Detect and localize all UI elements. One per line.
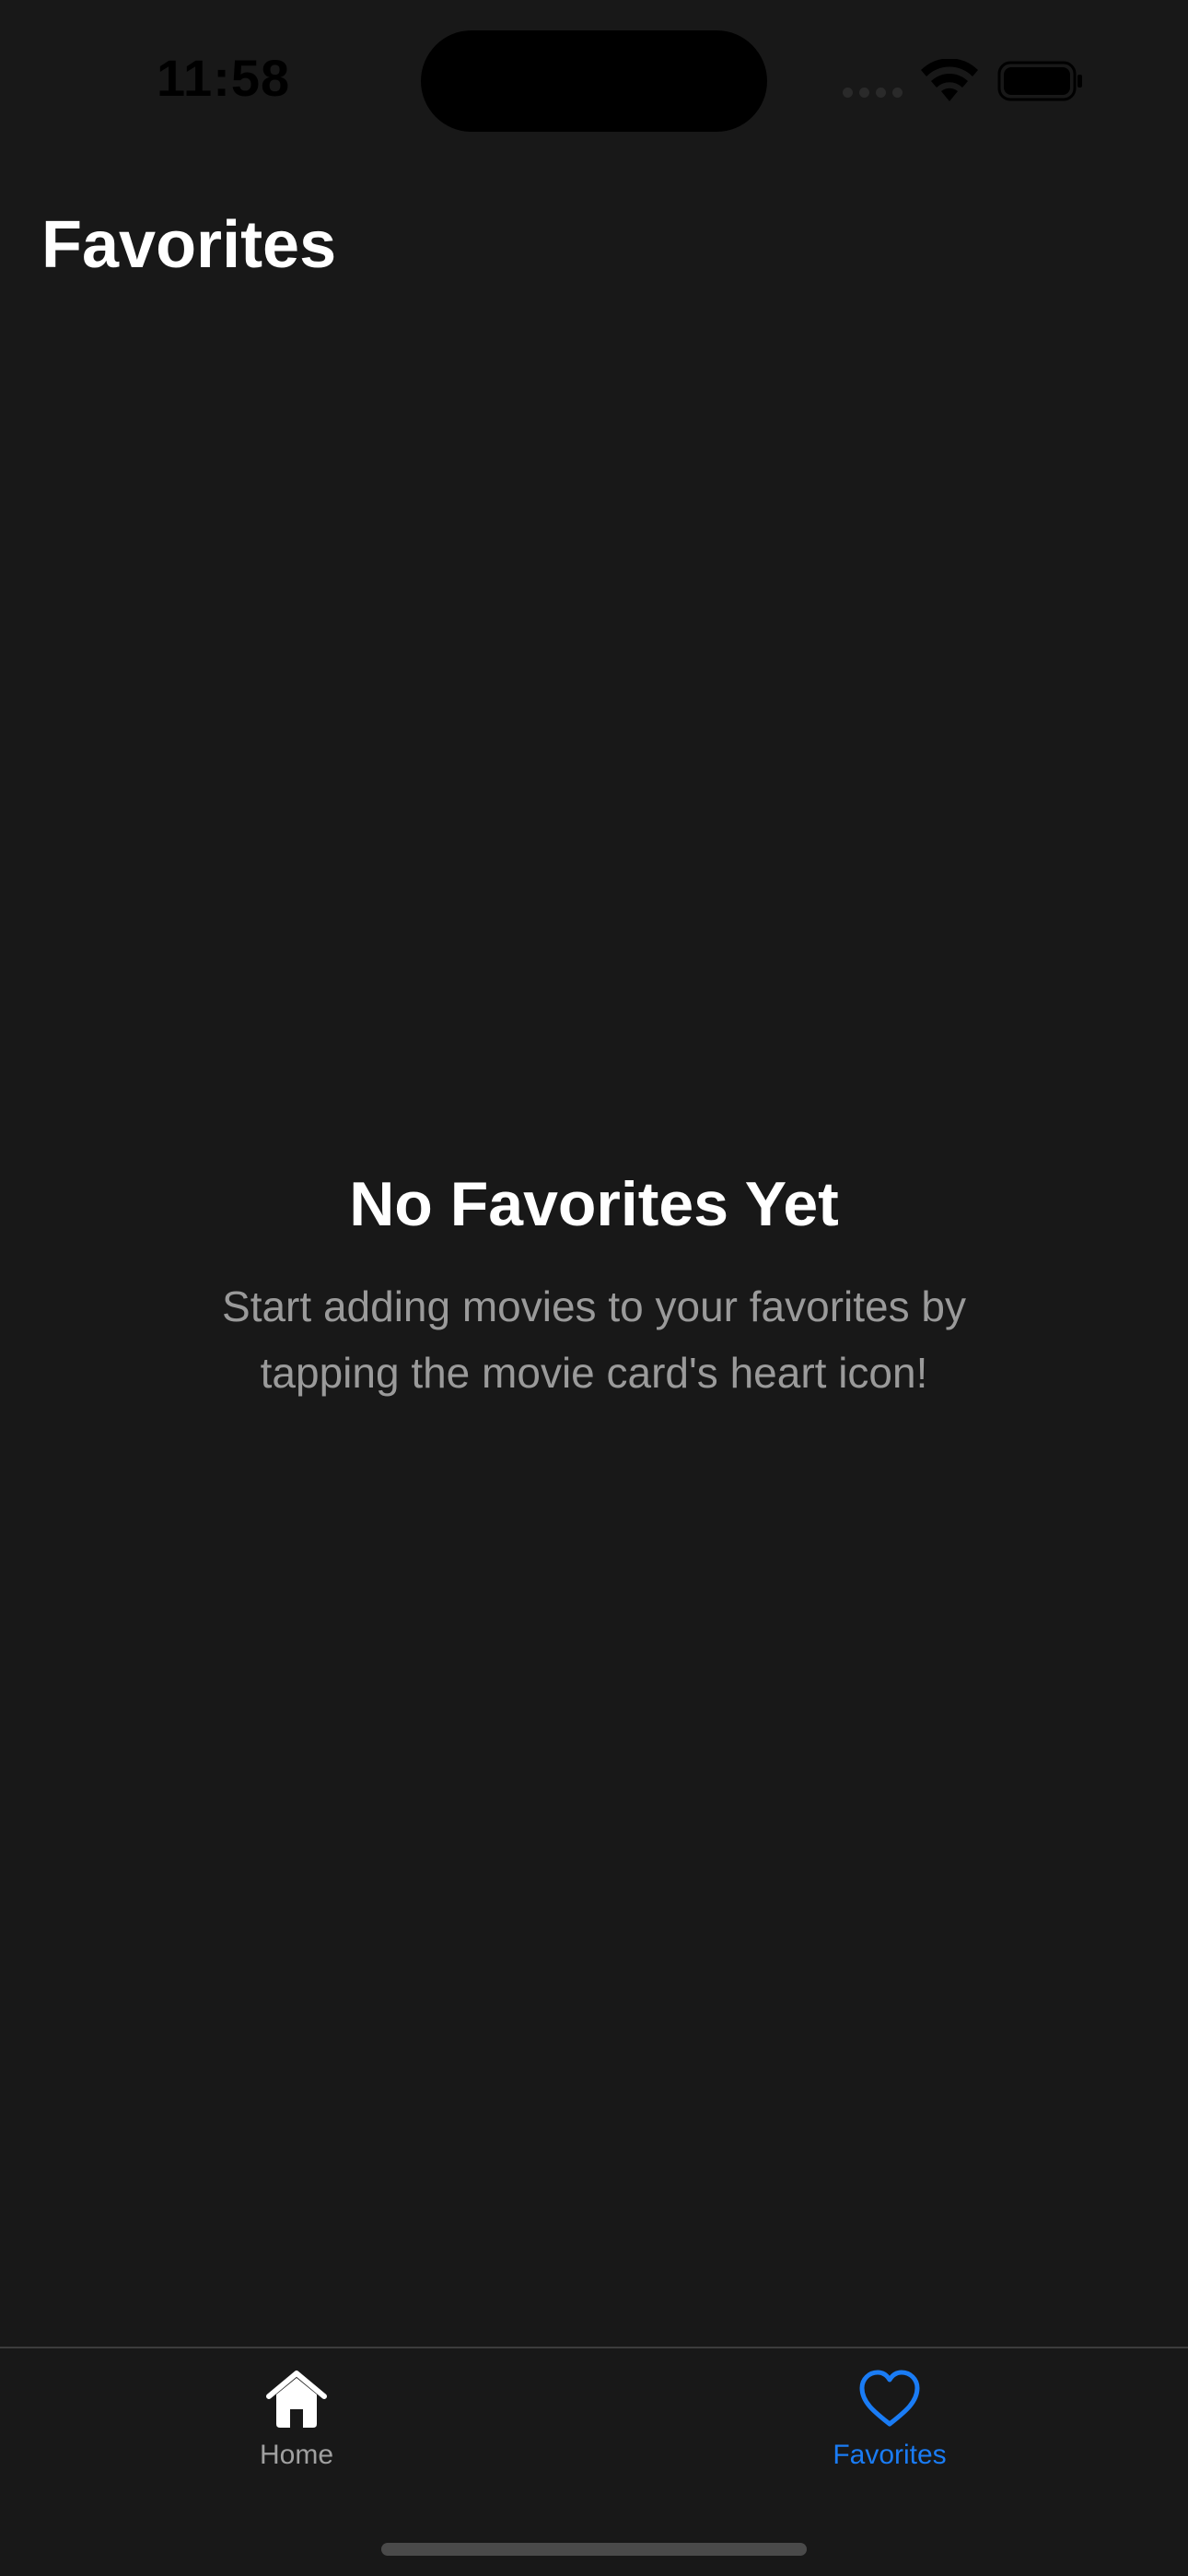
- status-bar: 11:58: [0, 0, 1188, 161]
- page-title: Favorites: [41, 208, 337, 282]
- house-icon: [266, 2371, 327, 2428]
- dynamic-island: [421, 30, 767, 132]
- tab-home[interactable]: Home: [158, 2369, 435, 2507]
- status-time: 11:58: [157, 49, 291, 107]
- empty-state: No Favorites Yet Start adding movies to …: [0, 1163, 1188, 1406]
- battery-icon: [997, 61, 1082, 101]
- heart-icon: [859, 2370, 920, 2427]
- wifi-icon: [921, 59, 978, 101]
- tab-favorites[interactable]: Favorites: [751, 2369, 1028, 2507]
- tab-home-label: Home: [259, 2440, 334, 2470]
- empty-state-message: Start adding movies to your favorites by…: [222, 1282, 966, 1397]
- home-indicator[interactable]: [381, 2543, 807, 2556]
- tab-bar: Home Favorites: [0, 2347, 1188, 2576]
- empty-state-title: No Favorites Yet: [349, 1169, 839, 1239]
- tab-favorites-label: Favorites: [833, 2440, 947, 2470]
- signal-icon: [843, 87, 905, 98]
